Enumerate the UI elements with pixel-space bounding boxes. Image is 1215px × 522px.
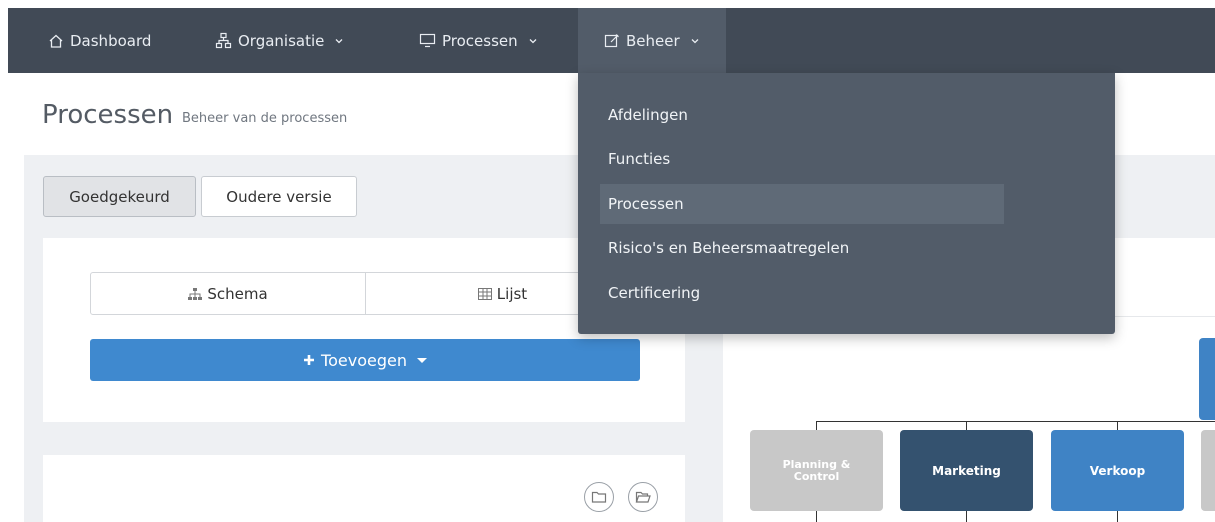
org-connector xyxy=(1117,421,1118,430)
menu-item-processen[interactable]: Processen xyxy=(600,184,1004,224)
view-list-label: Lijst xyxy=(496,284,528,303)
chevron-down-icon xyxy=(335,38,343,43)
chevron-down-icon xyxy=(529,38,537,43)
nav-dashboard-label: Dashboard xyxy=(70,31,152,50)
folder-open-button[interactable] xyxy=(628,482,658,512)
page-subtitle: Beheer van de processen xyxy=(182,111,348,126)
menu-item-risicos[interactable]: Risico's en Beheersmaatregelen xyxy=(600,228,1004,268)
org-connector xyxy=(816,511,817,522)
nav-dashboard[interactable]: Dashboard xyxy=(48,8,151,73)
chevron-down-icon xyxy=(691,38,699,43)
tab-older-version[interactable]: Oudere versie xyxy=(201,176,357,217)
nav-processen[interactable]: Processen xyxy=(419,8,538,73)
org-connector xyxy=(966,511,967,522)
home-icon xyxy=(49,34,63,48)
plus-icon xyxy=(304,355,315,365)
add-button[interactable]: Toevoegen xyxy=(90,339,640,381)
nav-organisatie-label: Organisatie xyxy=(238,31,325,50)
monitor-icon xyxy=(419,33,436,48)
org-box-marketing[interactable]: Marketing xyxy=(900,430,1033,511)
org-box-partial[interactable] xyxy=(1201,430,1215,511)
org-connector xyxy=(816,421,1215,422)
folder-open-icon xyxy=(635,491,651,503)
caret-down-icon xyxy=(416,357,427,363)
org-box-planning-control[interactable]: Planning & Control xyxy=(750,430,883,511)
add-button-label: Toevoegen xyxy=(321,350,407,370)
view-schema-button[interactable]: Schema xyxy=(90,272,366,315)
menu-item-afdelingen[interactable]: Afdelingen xyxy=(600,95,1004,135)
org-chart-icon xyxy=(215,32,232,49)
nav-beheer[interactable]: Beheer xyxy=(578,8,726,73)
view-schema-label: Schema xyxy=(207,284,268,303)
page-title: Processen xyxy=(42,100,174,130)
org-connector xyxy=(1117,511,1118,522)
org-connector xyxy=(816,421,817,430)
folder-icon xyxy=(591,491,607,503)
org-box-verkoop[interactable]: Verkoop xyxy=(1051,430,1184,511)
top-navbar: Dashboard Organisatie Processen Beheer xyxy=(8,8,1215,73)
nav-organisatie[interactable]: Organisatie xyxy=(215,8,344,73)
edit-icon xyxy=(604,33,619,47)
nav-processen-label: Processen xyxy=(442,31,518,50)
beheer-dropdown-menu: Afdelingen Functies Processen Risico's e… xyxy=(578,73,1115,334)
nav-beheer-label: Beheer xyxy=(626,31,680,50)
org-box-root[interactable] xyxy=(1199,338,1215,420)
sitemap-icon xyxy=(188,287,203,300)
menu-item-functies[interactable]: Functies xyxy=(600,139,1004,179)
tab-approved[interactable]: Goedgekeurd xyxy=(43,176,196,217)
folder-button[interactable] xyxy=(584,482,614,512)
table-icon xyxy=(477,287,492,300)
org-connector xyxy=(966,421,967,430)
menu-item-certificering[interactable]: Certificering xyxy=(600,273,1004,313)
